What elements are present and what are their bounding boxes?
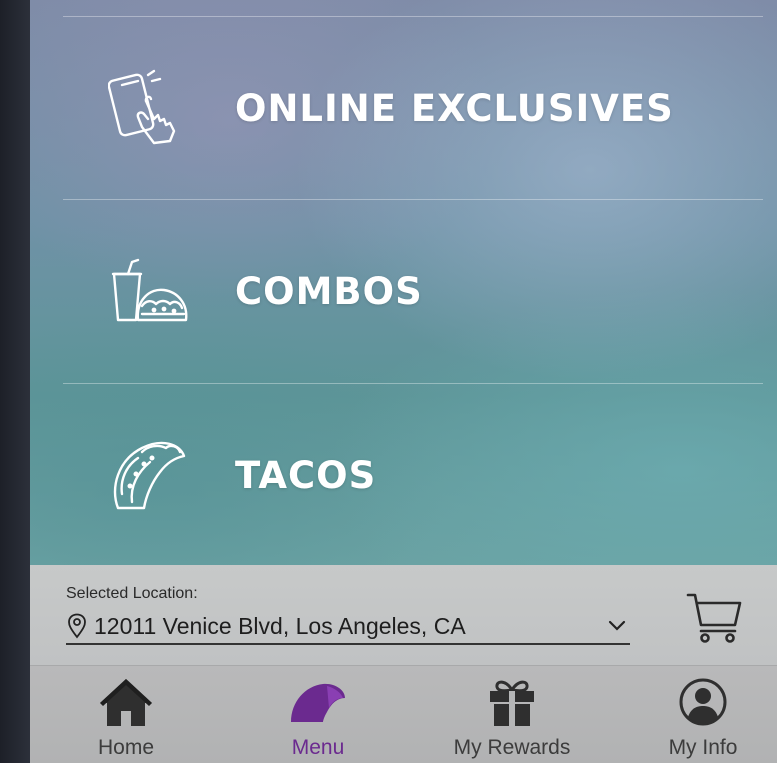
location-selector[interactable]: 12011 Venice Blvd, Los Angeles, CA (66, 609, 630, 645)
tab-my-rewards[interactable]: My Rewards (442, 666, 582, 763)
phone-tap-icon (108, 67, 190, 149)
taco-icon (108, 434, 190, 516)
window-edge (0, 0, 30, 763)
menu-item-online-exclusives[interactable]: ONLINE EXCLUSIVES (30, 16, 777, 200)
drink-taco-icon (108, 250, 190, 332)
tab-label: My Info (668, 736, 738, 759)
menu-item-label: TACOS (235, 453, 377, 497)
gift-icon (481, 674, 543, 730)
menu-item-tacos[interactable]: TACOS (30, 383, 777, 567)
taco-shell-icon (287, 674, 349, 730)
bottom-tab-bar: Home Menu My Rewards My Info (30, 665, 777, 763)
chevron-down-icon (608, 620, 626, 631)
location-address: 12011 Venice Blvd, Los Angeles, CA (94, 612, 466, 639)
user-icon (672, 674, 734, 730)
cart-icon[interactable] (685, 591, 743, 645)
tab-my-info[interactable]: My Info (653, 666, 753, 763)
tab-menu[interactable]: Menu (273, 666, 363, 763)
menu-item-label: ONLINE EXCLUSIVES (235, 86, 674, 130)
menu-category-list: ONLINE EXCLUSIVES COMBOS TACOS (30, 0, 777, 565)
tab-label: My Rewards (453, 736, 571, 759)
tab-label: Home (97, 736, 155, 759)
home-icon (95, 674, 157, 730)
menu-item-combos[interactable]: COMBOS (30, 199, 777, 383)
location-pin-icon (68, 613, 86, 639)
tab-home[interactable]: Home (81, 666, 171, 763)
app-screen: ONLINE EXCLUSIVES COMBOS TACOS Selected … (0, 0, 777, 763)
location-caption: Selected Location: (66, 585, 198, 602)
tab-label: Menu (291, 736, 345, 759)
location-bar: Selected Location: 12011 Venice Blvd, Lo… (30, 565, 777, 665)
menu-item-label: COMBOS (235, 269, 423, 313)
